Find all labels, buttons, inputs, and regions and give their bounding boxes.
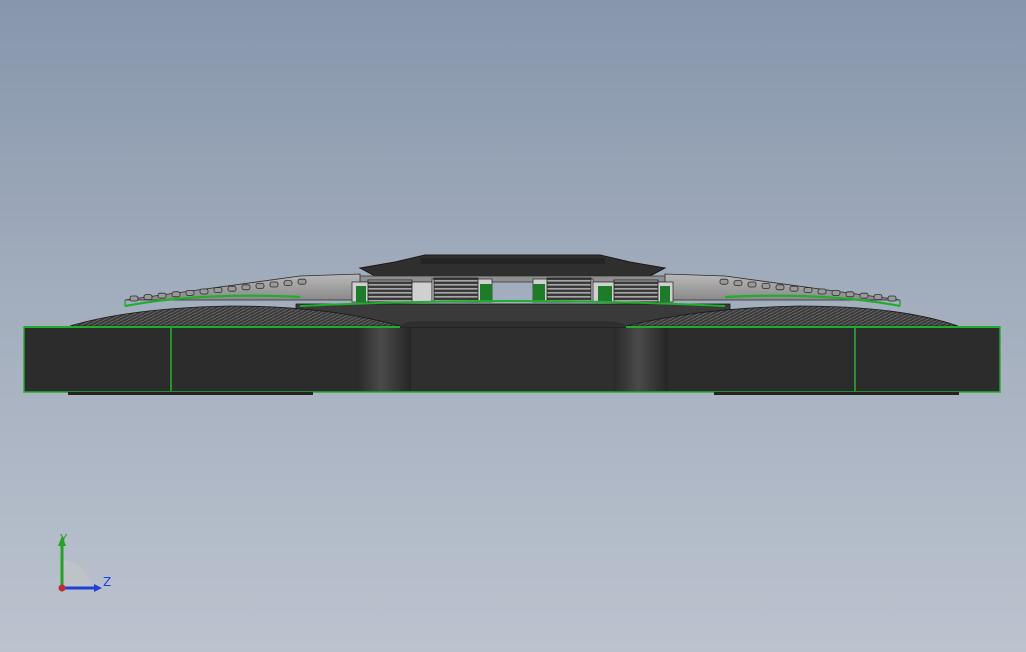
screw	[143, 294, 153, 301]
screw	[157, 292, 167, 299]
x-axis-origin	[58, 584, 66, 592]
screw	[845, 291, 855, 298]
screw	[887, 295, 897, 302]
cad-viewport[interactable]: Y Z	[0, 0, 1026, 652]
screw	[269, 281, 279, 288]
screw	[185, 289, 195, 296]
main-body	[23, 321, 1001, 395]
screw	[775, 284, 785, 291]
screw	[747, 281, 757, 288]
screw	[255, 282, 265, 289]
screw	[873, 294, 883, 301]
axis-triad: Y Z	[58, 532, 111, 592]
screw	[761, 282, 771, 289]
motor-left-outer	[351, 279, 433, 303]
screw	[817, 288, 827, 295]
screw	[297, 278, 307, 285]
screw	[129, 295, 139, 302]
screw	[859, 292, 869, 299]
screw	[831, 289, 841, 296]
z-axis-arrow	[94, 584, 102, 592]
screw	[803, 287, 813, 294]
left-arm-plate	[124, 273, 361, 308]
screw	[199, 288, 209, 295]
screw	[227, 285, 237, 292]
motor-left-inner	[431, 277, 493, 303]
drone-model[interactable]	[0, 0, 1026, 652]
screw	[733, 280, 743, 287]
z-axis-label: Z	[103, 575, 111, 589]
y-axis-label: Y	[59, 532, 68, 546]
screw	[241, 284, 251, 291]
screw	[719, 278, 729, 285]
screw	[171, 291, 181, 298]
top-cover	[328, 254, 702, 283]
screw	[283, 280, 293, 287]
motor-right-outer	[592, 279, 674, 303]
screw	[789, 285, 799, 292]
triad-view-quadrant	[62, 560, 90, 588]
screw	[213, 287, 223, 294]
motor-right-inner	[532, 277, 594, 303]
